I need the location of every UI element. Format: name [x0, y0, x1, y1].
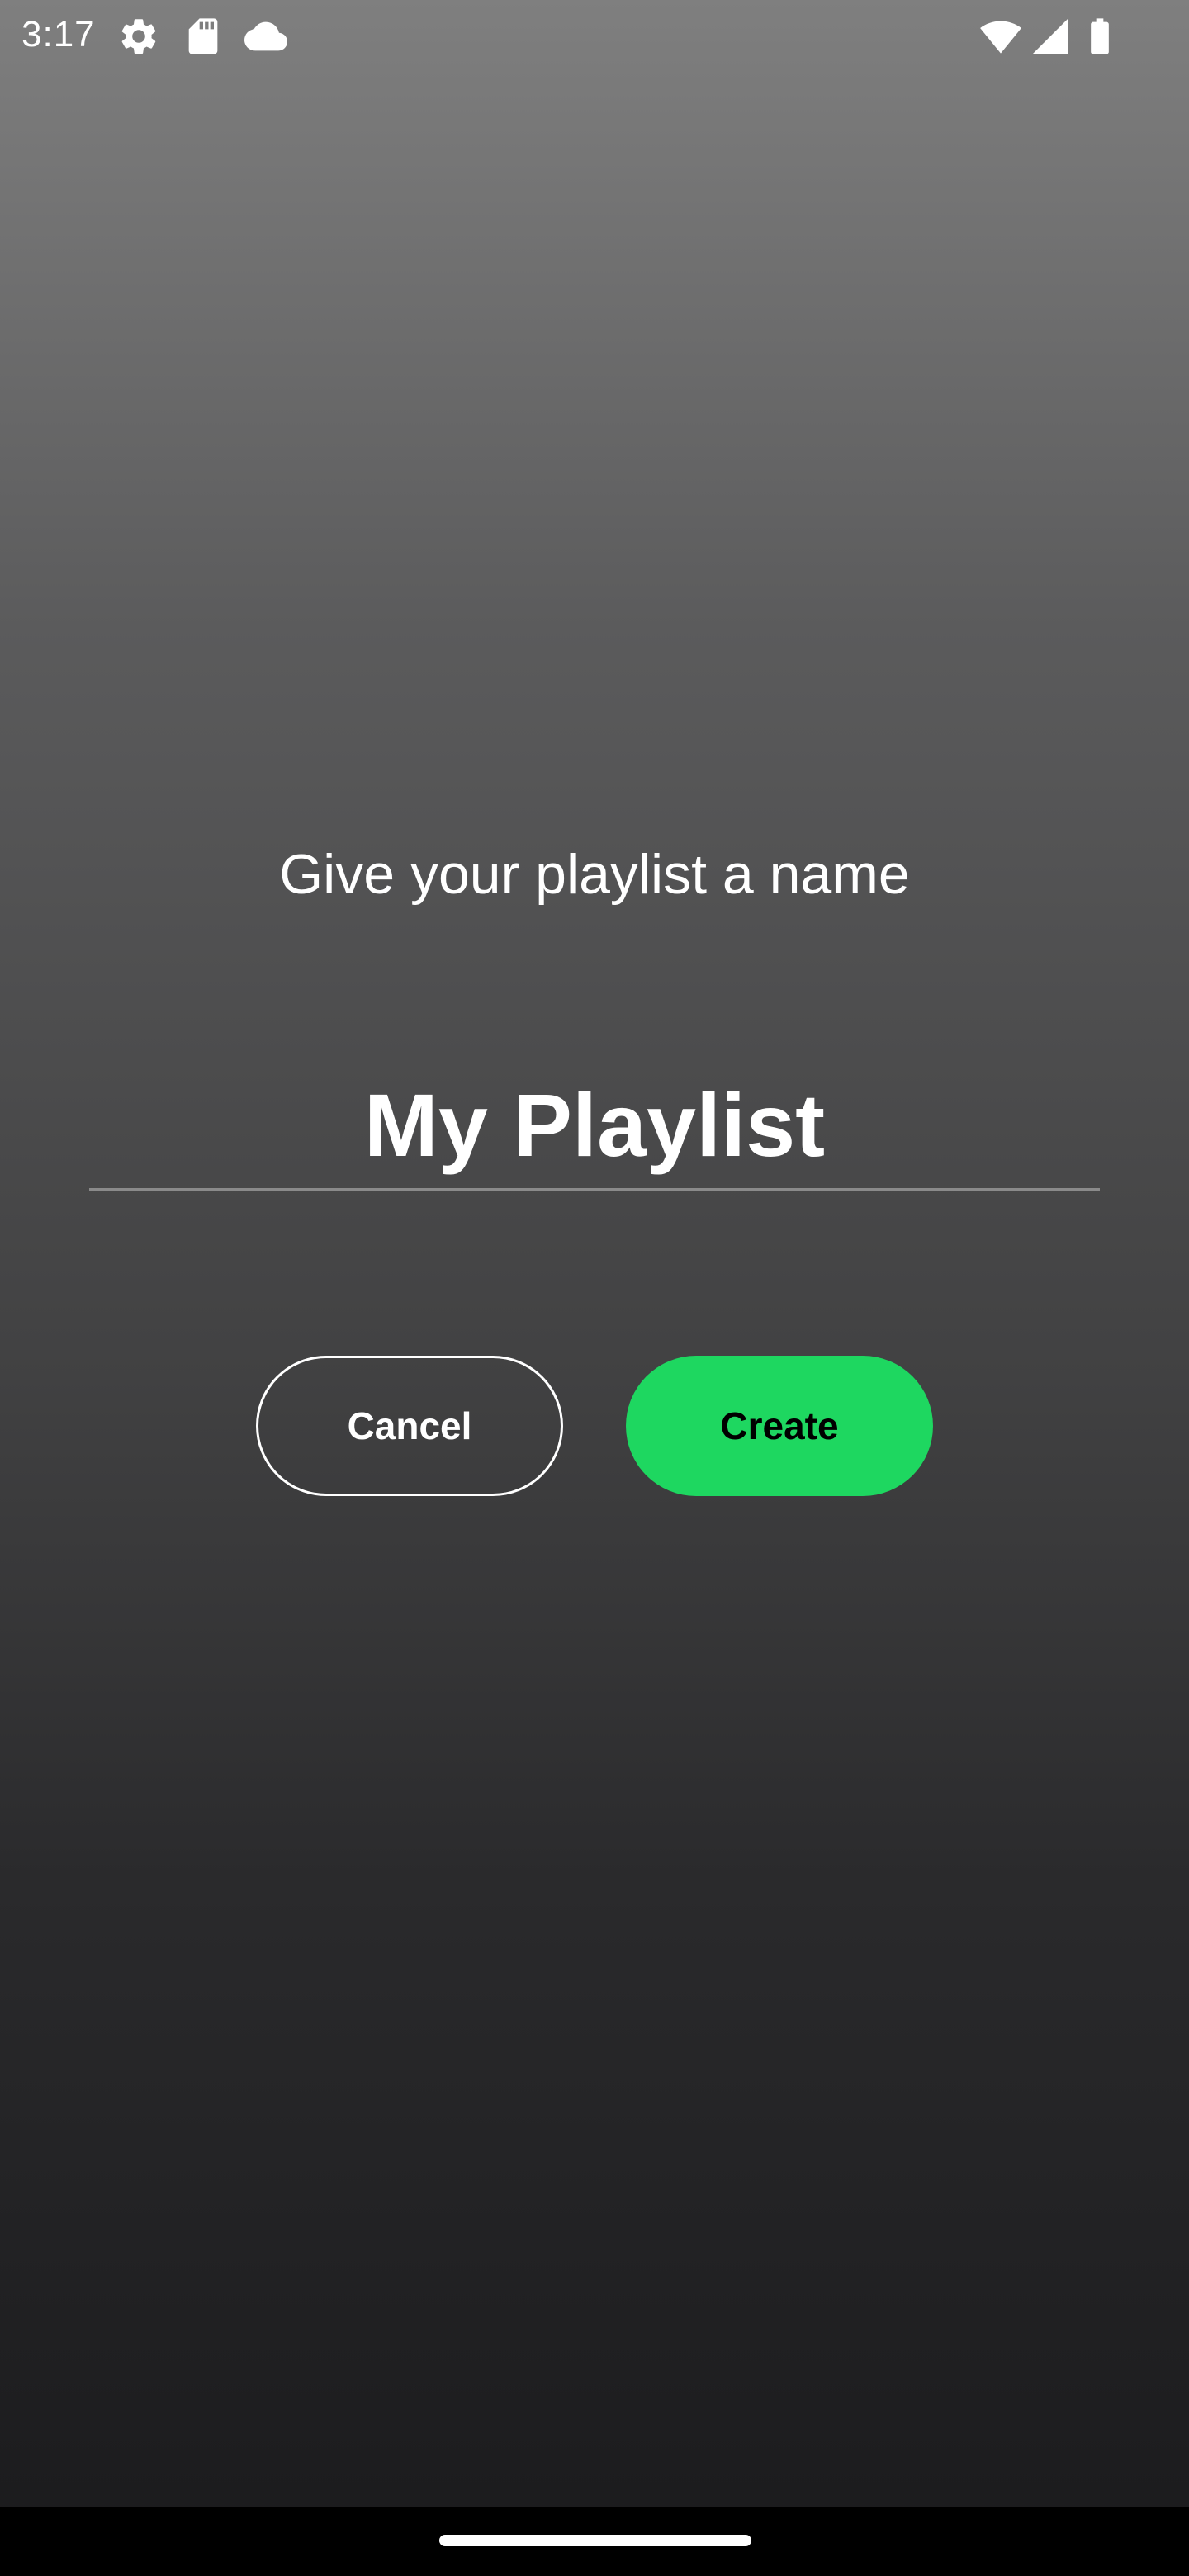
dialog-title: Give your playlist a name	[279, 843, 910, 906]
status-time: 3:17	[21, 14, 96, 54]
cellular-signal-icon	[1032, 18, 1068, 54]
settings-gear-icon	[121, 19, 156, 54]
navigation-bar	[0, 2507, 1189, 2576]
status-bar: 3:17	[0, 0, 1189, 69]
create-button[interactable]: Create	[626, 1356, 933, 1496]
wifi-icon	[980, 21, 1021, 54]
battery-icon	[1091, 18, 1109, 54]
cancel-button[interactable]: Cancel	[256, 1356, 563, 1496]
create-playlist-screen: 3:17 Give your playlist a name Cancel Cr…	[0, 0, 1189, 2507]
playlist-name-input[interactable]	[89, 1062, 1100, 1191]
home-indicator[interactable]	[439, 2535, 751, 2546]
sd-card-icon	[188, 18, 218, 54]
cloud-icon	[244, 21, 287, 51]
